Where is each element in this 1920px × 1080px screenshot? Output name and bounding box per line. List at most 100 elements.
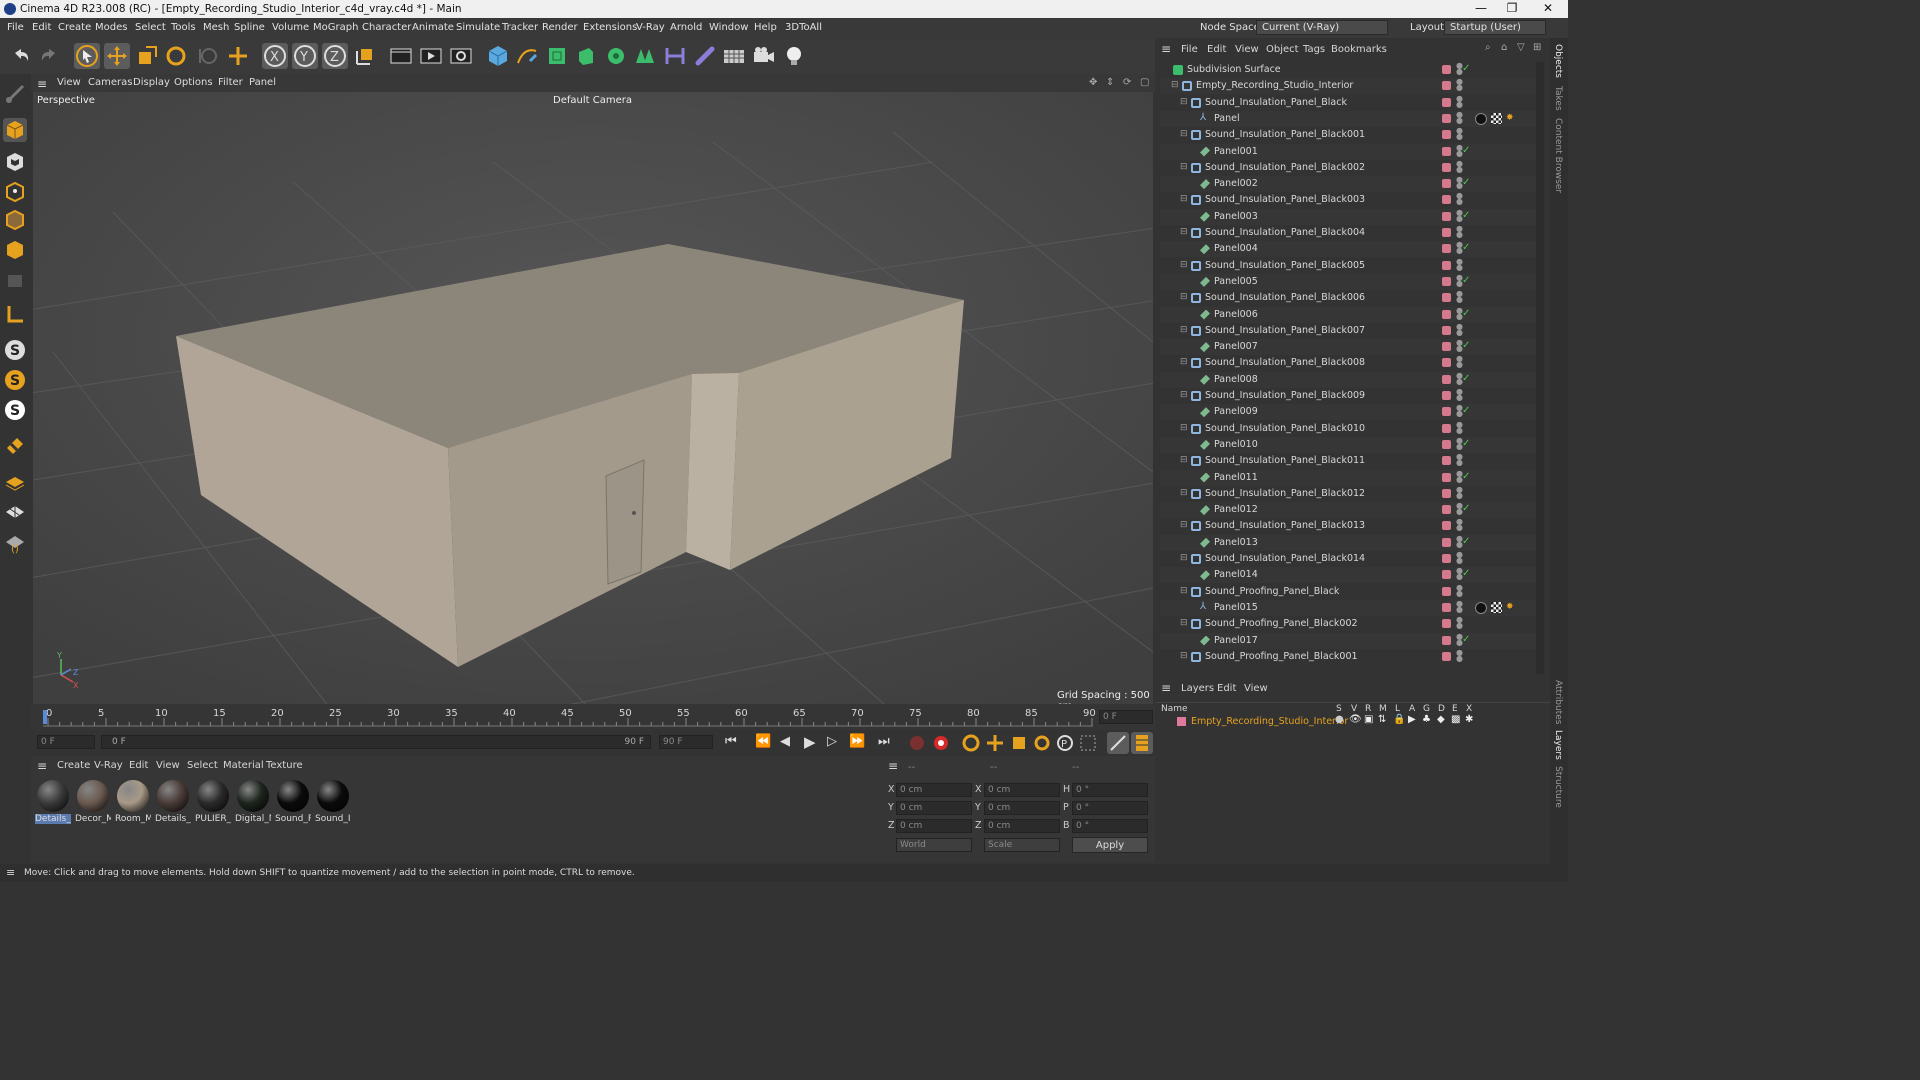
start-frame-field[interactable]: 0 F [37, 735, 95, 749]
object-row[interactable]: ⊟ Sound_Insulation_Panel_Black004 ● ● [1160, 225, 1536, 241]
visibility-dots-icon[interactable]: ● ● [1456, 290, 1463, 304]
layer-deformer-icon[interactable]: ◆ [1437, 714, 1445, 725]
vray-tag-icon[interactable]: ✸ [1506, 113, 1517, 124]
object-row[interactable]: ⊟ Empty_Recording_Studio_Interior ● ● [1160, 78, 1536, 95]
objects-home-icon[interactable]: ⌂ [1501, 42, 1507, 53]
object-name[interactable]: Panel015 [1214, 602, 1258, 613]
visibility-dots-icon[interactable]: ● ● [1456, 273, 1463, 288]
enabled-check-icon[interactable]: ✓ [1462, 63, 1470, 74]
viewport-rotate-icon[interactable]: ⟳ [1123, 77, 1131, 88]
menu-vray[interactable]: V-Ray [636, 22, 665, 33]
layer-manager-icon[interactable]: ⇅ [1378, 714, 1386, 725]
object-row[interactable]: Panel005 ● ● ✓ [1160, 273, 1536, 290]
undo-icon[interactable] [8, 43, 34, 69]
expand-toggle-icon[interactable]: ⊟ [1180, 455, 1188, 465]
expand-toggle-icon[interactable]: ⊟ [1180, 194, 1188, 204]
object-row[interactable]: ⊟ Sound_Insulation_Panel_Black011 ● ● [1160, 453, 1536, 469]
polygon-mode-icon[interactable] [3, 238, 27, 262]
enabled-check-icon[interactable]: ✓ [1462, 145, 1470, 156]
visibility-dots-icon[interactable]: ● ● [1456, 241, 1463, 255]
expand-toggle-icon[interactable]: ⊟ [1180, 357, 1188, 367]
layer-tag-icon[interactable] [1442, 276, 1451, 286]
size-y-field[interactable]: 0 cm [984, 801, 1060, 815]
viewport-menu-display[interactable]: Display [133, 77, 170, 88]
object-row[interactable]: ⅄ Panel ● ● ✸ [1160, 110, 1536, 127]
visibility-dots-icon[interactable]: ● ● [1456, 159, 1463, 174]
menu-animate[interactable]: Animate [412, 22, 454, 33]
material-slot[interactable]: PULIER_C [195, 778, 231, 826]
select-cursor-icon[interactable] [74, 43, 100, 69]
object-name[interactable]: Panel010 [1214, 439, 1258, 450]
object-name[interactable]: Panel013 [1214, 537, 1258, 548]
layer-tag-icon[interactable] [1442, 309, 1451, 319]
objects-menu-tags[interactable]: Tags [1303, 44, 1325, 55]
tab-structure[interactable]: Structure [1553, 766, 1563, 808]
visibility-dots-icon[interactable]: ● ● [1456, 306, 1463, 321]
enabled-check-icon[interactable]: ✓ [1462, 634, 1470, 645]
visibility-dots-icon[interactable]: ● ● [1456, 453, 1463, 467]
tab-layers[interactable]: Layers [1553, 730, 1563, 760]
position-y-field[interactable]: 0 cm [896, 801, 972, 815]
minimize-button[interactable]: — [1466, 1, 1496, 15]
objects-hamburger-icon[interactable]: ≡ [1161, 42, 1171, 56]
visibility-dots-icon[interactable]: ● ● [1456, 371, 1463, 386]
layer-render-icon[interactable]: ▣ [1364, 714, 1373, 725]
render-view-icon[interactable] [388, 43, 414, 69]
layer-tag-icon[interactable] [1442, 130, 1451, 140]
object-row[interactable]: ⊟ Sound_Insulation_Panel_Black013 ● ● [1160, 518, 1536, 534]
expand-toggle-icon[interactable]: ⊟ [1180, 162, 1188, 172]
material-tag-icon[interactable] [1475, 112, 1487, 125]
object-name[interactable]: Sound_Insulation_Panel_Black010 [1205, 423, 1365, 434]
mograph-cloner-icon[interactable] [603, 43, 629, 69]
object-row[interactable]: Panel009 ● ● ✓ [1160, 404, 1536, 421]
tab-content-browser[interactable]: Content Browser [1553, 118, 1563, 193]
timeline-playhead[interactable] [43, 710, 47, 724]
object-row[interactable]: ⊟ Sound_Insulation_Panel_Black014 ● ● [1160, 551, 1536, 567]
object-name[interactable]: Sound_Insulation_Panel_Black011 [1205, 455, 1365, 466]
model-mode-icon[interactable] [3, 118, 27, 142]
expand-toggle-icon[interactable]: ⊟ [1180, 227, 1188, 237]
rotation-b-field[interactable]: 0 ° [1072, 819, 1148, 833]
redo-icon[interactable] [36, 43, 62, 69]
layer-tag-icon[interactable] [1442, 162, 1451, 172]
layer-tag-icon[interactable] [1442, 456, 1451, 466]
objects-filter-icon[interactable]: ▽ [1517, 42, 1525, 53]
object-name[interactable]: Sound_Insulation_Panel_Black004 [1205, 227, 1365, 238]
expand-toggle-icon[interactable]: ⊟ [1171, 80, 1179, 90]
layer-tag-icon[interactable] [1442, 554, 1451, 563]
expand-toggle-icon[interactable]: ⊟ [1180, 325, 1188, 335]
object-name[interactable]: Panel003 [1214, 211, 1258, 222]
point-mode-icon[interactable] [3, 180, 27, 204]
menu-create[interactable]: Create [58, 22, 91, 33]
go-to-start-icon[interactable]: ⏮ [725, 734, 737, 749]
layer-tag-icon[interactable] [1442, 439, 1451, 449]
expand-toggle-icon[interactable]: ⊟ [1180, 553, 1188, 563]
menu-tools[interactable]: Tools [171, 22, 196, 33]
layer-stack-icon[interactable] [3, 470, 27, 494]
object-row[interactable]: Panel014 ● ● ✓ [1160, 567, 1536, 584]
visibility-dots-icon[interactable]: ● ● [1456, 518, 1463, 532]
viewport-menu-filter[interactable]: Filter [218, 77, 243, 88]
quantize-icon[interactable]: S [3, 398, 27, 422]
object-row[interactable]: Panel017 ● ● ✓ [1160, 632, 1536, 649]
menu-extensions[interactable]: Extensions [583, 22, 637, 33]
objects-scrollbar[interactable] [1536, 62, 1544, 674]
material-menu-create[interactable]: Create [57, 760, 90, 771]
previous-key-icon[interactable]: ⏪ [755, 734, 771, 749]
enabled-check-icon[interactable]: ✓ [1462, 340, 1470, 351]
menu-tracker[interactable]: Tracker [502, 22, 538, 33]
viewport-menu-panel[interactable]: Panel [249, 77, 276, 88]
visibility-dots-icon[interactable]: ● ● [1456, 404, 1463, 418]
object-name[interactable]: Sound_Insulation_Panel_Black006 [1205, 292, 1365, 303]
rotation-p-field[interactable]: 0 ° [1072, 801, 1148, 815]
menu-help[interactable]: Help [754, 22, 777, 33]
layer-color-swatch[interactable] [1177, 717, 1186, 726]
visibility-dots-icon[interactable]: ● ● [1456, 583, 1463, 598]
timeline-snap-icon[interactable]: () [3, 530, 27, 554]
size-z-field[interactable]: 0 cm [984, 819, 1060, 833]
object-name[interactable]: Sound_Proofing_Panel_Black001 [1205, 651, 1358, 662]
material-menu-texture[interactable]: Texture [266, 760, 303, 771]
enabled-check-icon[interactable]: ✓ [1462, 471, 1470, 482]
object-row[interactable]: Panel002 ● ● ✓ [1160, 176, 1536, 193]
spline-pen-icon[interactable] [514, 43, 540, 69]
